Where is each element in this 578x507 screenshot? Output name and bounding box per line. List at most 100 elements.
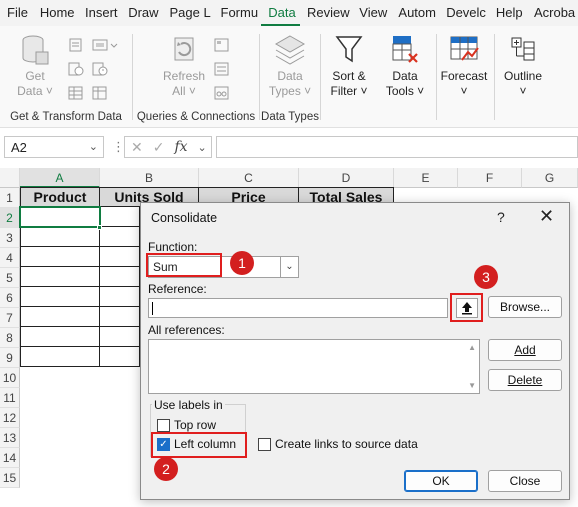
table-cell[interactable] [20,267,100,287]
chevron-down-icon[interactable]: ⌄ [89,140,98,153]
row-header-11[interactable]: 11 [0,388,20,408]
refresh-all-button[interactable]: Refresh All ˅ [156,34,212,99]
row-header-13[interactable]: 13 [0,428,20,448]
create-links-checkbox[interactable] [258,438,271,451]
row-header-14[interactable]: 14 [0,448,20,468]
tab-help[interactable]: Help [489,0,527,26]
table-cell[interactable] [20,307,100,327]
column-header-g[interactable]: G [522,168,578,188]
tab-formulas[interactable]: Formu [214,0,262,26]
row-header-4[interactable]: 4 [0,248,20,268]
from-text-icon[interactable] [68,38,84,52]
group-label-queries: Queries & Connections [136,111,256,123]
column-header-b[interactable]: B [100,168,199,188]
tab-insert[interactable]: Insert [78,0,121,26]
row-header-5[interactable]: 5 [0,268,20,288]
group-label-get-transform: Get & Transform Data [10,111,122,123]
table-cell[interactable] [20,227,100,247]
table-cell[interactable] [100,327,140,347]
select-all-corner[interactable] [0,168,20,188]
help-icon[interactable]: ? [497,209,505,225]
row-header-3[interactable]: 3 [0,228,20,248]
browse-button-label: Browse... [499,300,550,314]
header-cell-product[interactable]: Product [20,187,100,207]
cancel-icon[interactable]: ✕ [131,139,143,156]
name-box[interactable]: A2 ⌄ [4,136,104,158]
tab-page-layout[interactable]: Page L [162,0,213,26]
active-cell-a2[interactable] [19,206,101,228]
from-table-icon[interactable] [68,86,84,100]
table-cell[interactable] [100,227,140,247]
table-cell[interactable] [100,267,140,287]
name-box-value: A2 [11,140,27,155]
forecast-button[interactable]: Forecast ˅ [438,34,490,99]
top-row-checkbox[interactable] [157,419,170,432]
row-header-8[interactable]: 8 [0,328,20,348]
browse-button[interactable]: Browse... [488,296,562,318]
properties-icon[interactable] [214,62,230,76]
row-header-1[interactable]: 1 [0,188,20,208]
tab-acrobat[interactable]: Acroba [527,0,578,26]
table-cell[interactable] [20,347,100,367]
text-caret [152,302,153,315]
table-cell[interactable] [20,287,100,307]
row-header-6[interactable]: 6 [0,288,20,308]
table-cell[interactable] [100,207,140,227]
get-data-button[interactable]: Get Data ˅ [10,34,60,99]
scroll-down-icon[interactable]: ▼ [468,381,476,390]
chevron-down-icon[interactable]: ⌄ [280,257,298,277]
row-header-15[interactable]: 15 [0,468,20,488]
tab-data[interactable]: Data [261,0,300,26]
tab-view[interactable]: View [352,0,391,26]
scroll-up-icon[interactable]: ▲ [468,343,476,352]
table-cell[interactable] [20,247,100,267]
from-web-icon[interactable] [68,62,84,76]
tab-draw[interactable]: Draw [121,0,162,26]
row-header-2[interactable]: 2 [0,208,20,228]
ribbon: Get Data ˅ Get & Transform Data Refresh … [0,26,578,128]
row-header-7[interactable]: 7 [0,308,20,328]
outline-button[interactable]: Outline ˅ [498,34,548,99]
all-references-list[interactable]: ▲ ▼ [148,339,480,394]
column-header-a[interactable]: A [20,168,100,188]
row-header-12[interactable]: 12 [0,408,20,428]
delete-button[interactable]: Delete [488,369,562,391]
chevron-down-icon[interactable]: ⌄ [198,141,207,154]
data-types-button[interactable]: Data Types ˅ [265,34,315,99]
top-row-label: Top row [174,418,217,432]
reference-input[interactable] [148,298,448,318]
table-cell[interactable] [100,307,140,327]
sort-filter-button[interactable]: Sort & Filter ˅ [324,34,374,99]
table-cell[interactable] [20,327,100,347]
column-header-f[interactable]: F [458,168,522,188]
data-tools-button[interactable]: Data Tools ˅ [380,34,430,99]
tab-developer[interactable]: Develc [439,0,489,26]
tab-file[interactable]: File [0,0,33,26]
recent-sources-icon[interactable] [92,62,108,76]
table-cell[interactable] [100,287,140,307]
column-header-d[interactable]: D [299,168,394,188]
enter-icon[interactable]: ✓ [153,139,165,156]
insert-function-icon[interactable]: fx [174,139,187,155]
ok-button[interactable]: OK [404,470,478,492]
existing-connections-table-icon[interactable] [92,86,108,100]
annotation-badge-2: 2 [154,457,178,481]
tab-review[interactable]: Review [300,0,352,26]
queries-connections-icon[interactable] [214,38,230,52]
tab-home[interactable]: Home [33,0,78,26]
row-header-9[interactable]: 9 [0,348,20,368]
column-header-c[interactable]: C [199,168,299,188]
fill-handle[interactable] [97,225,102,230]
close-button[interactable]: Close [488,470,562,492]
table-cell[interactable] [100,247,140,267]
tab-automate[interactable]: Autom [391,0,439,26]
existing-connections-icon[interactable] [92,38,118,52]
table-cell[interactable] [100,347,140,367]
row-header-10[interactable]: 10 [0,368,20,388]
edit-links-icon[interactable] [214,86,230,100]
add-button[interactable]: Add [488,339,562,361]
column-header-e[interactable]: E [394,168,458,188]
formula-bar: A2 ⌄ ⋮ ✕ ✓ fx ⌄ [0,134,578,162]
close-icon[interactable]: ✕ [539,206,554,227]
formula-input[interactable] [216,136,578,158]
